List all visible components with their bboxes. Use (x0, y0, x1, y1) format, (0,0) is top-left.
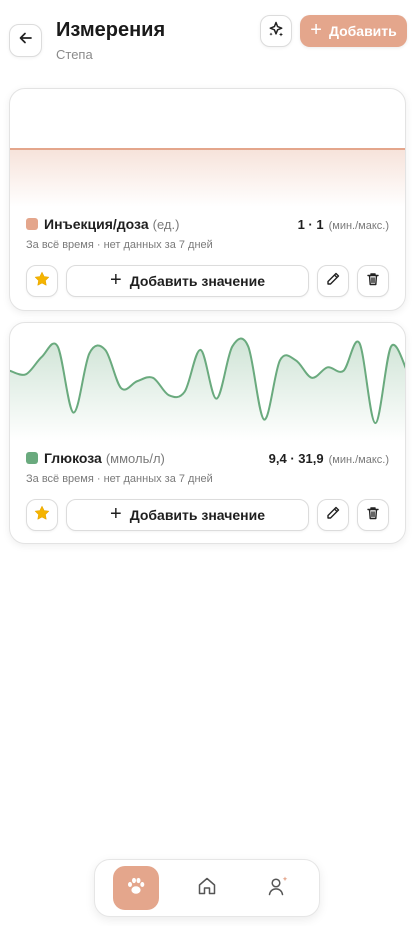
add-value-label: Добавить значение (129, 507, 265, 523)
range-value: 1 · 1 (297, 216, 324, 232)
metric-actions: + Добавить значение (26, 499, 389, 531)
range-value: 9,4 · 31,9 (268, 450, 324, 466)
nav-item-profile[interactable] (255, 866, 301, 910)
delete-button[interactable] (357, 265, 389, 297)
bottom-nav (94, 859, 320, 917)
metric-name: Глюкоза (44, 450, 102, 466)
metric-unit: (ед.) (152, 216, 180, 232)
add-value-button[interactable]: + Добавить значение (66, 265, 309, 297)
metric-unit: (ммоль/л) (105, 450, 165, 466)
metric-range: 9,4 · 31,9 (мин./макс.) (269, 451, 389, 466)
series-area (10, 149, 405, 207)
injection-chart (10, 89, 405, 207)
home-icon (196, 875, 218, 902)
sparkles-icon (267, 20, 285, 43)
nav-item-pets[interactable] (113, 866, 160, 910)
star-icon (34, 505, 50, 526)
ai-sparkle-button[interactable] (260, 15, 292, 47)
metric-card-glucose: Глюкоза (ммоль/л) 9,4 · 31,9 (мин./макс.… (9, 322, 406, 544)
metric-range: 1 · 1 (мин./макс.) (298, 217, 389, 232)
add-button-label: Добавить (328, 23, 397, 39)
edit-button[interactable] (317, 265, 349, 297)
add-value-button[interactable]: + Добавить значение (66, 499, 309, 531)
trash-icon (365, 505, 381, 526)
favorite-button[interactable] (26, 265, 58, 297)
delete-button[interactable] (357, 499, 389, 531)
series-area (10, 338, 405, 441)
metric-card-injection: Инъекция/доза (ед.) 1 · 1 (мин./макс.) З… (9, 88, 406, 311)
glucose-chart (10, 323, 405, 441)
series-swatch (26, 452, 38, 464)
metric-actions: + Добавить значение (26, 265, 389, 297)
plus-icon: + (110, 503, 122, 525)
plus-icon: + (310, 19, 322, 41)
range-label: (мин./макс.) (328, 219, 389, 232)
page-subtitle: Степа (56, 47, 93, 62)
plus-icon: + (110, 269, 122, 291)
metric-meta: За всё время · нет данных за 7 дней (26, 473, 213, 485)
range-label: (мин./макс.) (328, 453, 389, 466)
favorite-button[interactable] (26, 499, 58, 531)
metric-header: Глюкоза (ммоль/л) 9,4 · 31,9 (мин./макс.… (26, 448, 389, 468)
edit-button[interactable] (317, 499, 349, 531)
metric-name: Инъекция/доза (44, 216, 149, 232)
back-button[interactable] (9, 24, 42, 57)
arrow-left-icon (18, 30, 34, 51)
star-icon (34, 271, 50, 292)
series-swatch (26, 218, 38, 230)
add-value-label: Добавить значение (129, 273, 265, 289)
nav-item-home[interactable] (184, 866, 230, 910)
trash-icon (365, 271, 381, 292)
pencil-icon (325, 271, 341, 292)
metric-meta: За всё время · нет данных за 7 дней (26, 239, 213, 251)
page-title: Измерения (56, 19, 166, 41)
paw-icon (125, 875, 147, 902)
metric-header: Инъекция/доза (ед.) 1 · 1 (мин./макс.) (26, 214, 389, 234)
pencil-icon (325, 505, 341, 526)
user-sparkle-icon (266, 874, 290, 903)
add-button[interactable]: + Добавить (300, 15, 407, 47)
header: Измерения Степа + Добавить (0, 0, 418, 80)
